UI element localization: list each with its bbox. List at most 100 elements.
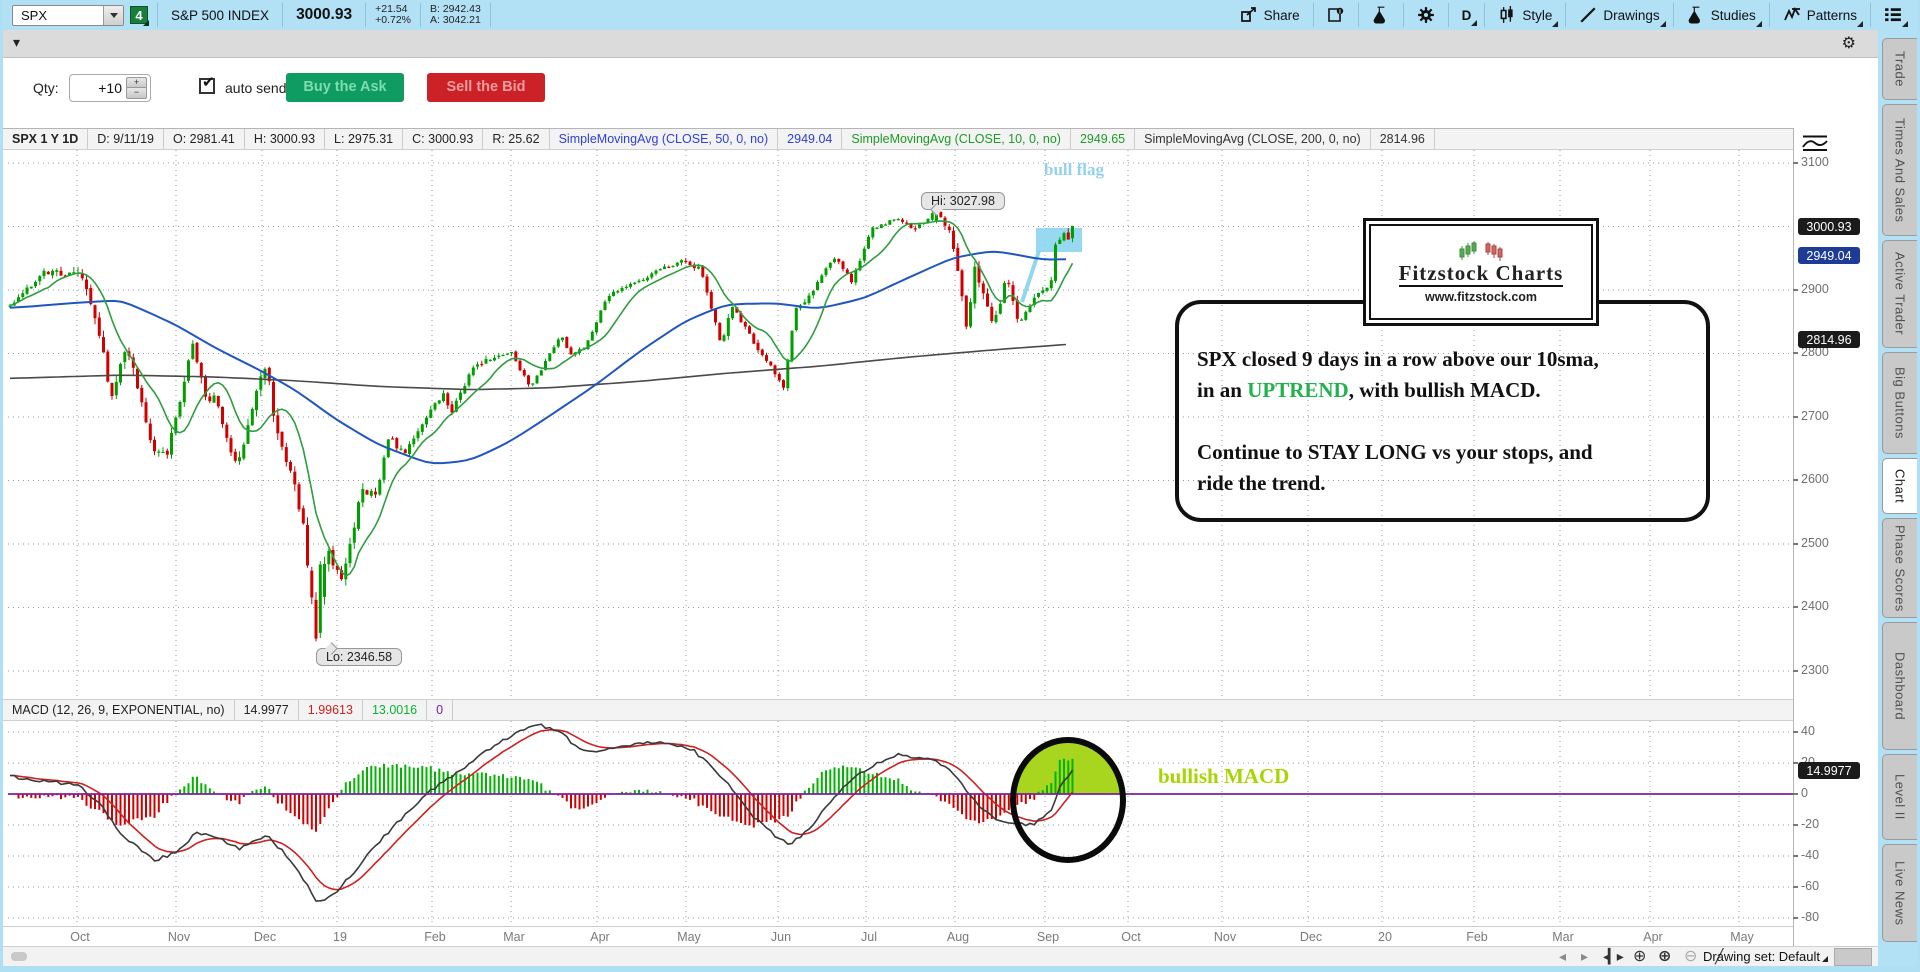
analyst-note-box[interactable]: SPX closed 9 days in a row above our 10s…: [1175, 300, 1710, 522]
pan-right-icon[interactable]: ▸: [1581, 948, 1588, 965]
axis-tick-label: 2300: [1801, 663, 1829, 677]
style-button[interactable]: Style: [1494, 6, 1556, 24]
candle-style-icon: [1498, 6, 1516, 24]
axis-tick-label: -80: [1801, 910, 1819, 924]
axis-tick: [1793, 606, 1798, 608]
drawings-button[interactable]: Drawings: [1575, 6, 1663, 24]
symbol-combo[interactable]: SPX: [12, 5, 124, 26]
sma10-value: 2949.65: [1071, 129, 1135, 149]
sidebar-tab-big-buttons[interactable]: Big Buttons: [1882, 352, 1917, 454]
axis-tick-label: 40: [1801, 724, 1815, 738]
sma10-label[interactable]: SimpleMovingAvg (CLOSE, 10, 0, no): [842, 129, 1071, 149]
macd-header: MACD (12, 26, 9, EXPONENTIAL, no) 14.997…: [3, 699, 1793, 721]
sidebar-tab-active-trader[interactable]: Active Trader: [1882, 240, 1917, 348]
axis-tick: [1793, 352, 1798, 354]
index-name: S&P 500 INDEX: [167, 8, 273, 23]
qty-value: +10: [98, 80, 122, 96]
corner-fold-icon: [1857, 21, 1863, 27]
date-cell: D: 9/11/19: [88, 129, 164, 149]
qty-decrement-button[interactable]: −: [126, 87, 147, 99]
bull-flag-annotation[interactable]: bull flag: [1044, 160, 1104, 180]
axis-tick-label: -60: [1801, 879, 1819, 893]
corner-fold-icon: [143, 20, 149, 26]
macd-study-label[interactable]: MACD (12, 26, 9, EXPONENTIAL, no): [3, 700, 235, 720]
zoom-out-icon[interactable]: ⊖: [1684, 946, 1697, 966]
axis-tick: [1793, 886, 1798, 888]
notes-button[interactable]: i: [1323, 6, 1349, 24]
sma50-label[interactable]: SimpleMovingAvg (CLOSE, 50, 0, no): [550, 129, 779, 149]
linked-group-badge[interactable]: 4: [130, 6, 148, 24]
axis-tick-label: -20: [1801, 817, 1819, 831]
tests-button[interactable]: [1368, 6, 1394, 24]
sidebar-tab-trade[interactable]: Trade: [1882, 38, 1917, 100]
studies-button[interactable]: Studies: [1683, 6, 1760, 24]
axis-tick: [1793, 917, 1798, 919]
fitzstock-logo-box: Fitzstock Charts www.fitzstock.com: [1363, 218, 1599, 326]
top-toolbar: SPX 4 S&P 500 INDEX 3000.93 +21.54 +0.72…: [0, 0, 1920, 30]
settings-button[interactable]: [1413, 6, 1439, 24]
chart-symbol-range: SPX 1 Y 1D: [3, 129, 88, 149]
crosshair-icon[interactable]: ⊕: [1633, 946, 1646, 966]
price-axis-badge: 2949.04: [1798, 247, 1860, 264]
axis-tick-label: -40: [1801, 848, 1819, 862]
corner-fold-icon: [1552, 21, 1558, 27]
chevron-down-icon[interactable]: ▾: [13, 34, 20, 51]
checkmark-icon: ✔: [202, 73, 215, 91]
axis-tick: [1793, 855, 1798, 857]
timeframe-button[interactable]: D: [1458, 8, 1476, 23]
w-pattern-icon: [1783, 6, 1801, 24]
sidebar-tab-live-news[interactable]: Live News: [1882, 844, 1917, 942]
sell-the-bid-button[interactable]: Sell the Bid: [427, 73, 545, 102]
sidebar-tab-dashboard[interactable]: Dashboard: [1882, 622, 1917, 750]
share-button[interactable]: Share: [1236, 6, 1304, 24]
qty-label: Qty:: [33, 80, 59, 96]
note-line-4: ride the trend.: [1197, 468, 1706, 499]
time-axis-label: Aug: [936, 930, 980, 944]
sidebar-tab-phase-scores[interactable]: Phase Scores: [1882, 518, 1917, 618]
pan-left-icon[interactable]: ◂: [1559, 948, 1566, 965]
patterns-button[interactable]: Patterns: [1779, 6, 1861, 24]
drawing-set-selector[interactable]: Drawing set: Default: [1703, 949, 1820, 964]
window-border-bottom: [0, 966, 1920, 972]
change-block: +21.54 +0.72%: [375, 4, 411, 26]
time-axis-label: 19: [318, 930, 362, 944]
time-axis-row[interactable]: OctNovDec19FebMarAprMayJunJulAugSepOctNo…: [3, 926, 1793, 946]
macd-diff-value: 13.0016: [363, 700, 427, 720]
auto-scale-icon[interactable]: [1800, 134, 1830, 152]
corner-fold-icon: [1902, 21, 1908, 27]
macd-value: 14.9977: [235, 700, 299, 720]
time-axis-label: Mar: [492, 930, 536, 944]
macd-chart-canvas[interactable]: [8, 721, 1793, 925]
sma200-label[interactable]: SimpleMovingAvg (CLOSE, 200, 0, no): [1135, 129, 1371, 149]
bullish-macd-annotation[interactable]: bullish MACD: [1158, 764, 1289, 789]
auto-send-checkbox[interactable]: ✔: [199, 78, 215, 94]
menu-button[interactable]: [1880, 6, 1906, 24]
scroll-nub[interactable]: [11, 952, 27, 961]
sma200-value: 2814.96: [1371, 129, 1435, 149]
buy-the-ask-button[interactable]: Buy the Ask: [286, 73, 404, 102]
qty-input[interactable]: +10 + −: [69, 74, 151, 102]
time-axis-label: Oct: [58, 930, 102, 944]
expand-horizontal-icon[interactable]: ◂▎▸: [1603, 948, 1622, 965]
close-cell: C: 3000.93: [403, 129, 483, 149]
sidebar-tab-times-and-sales[interactable]: Times And Sales: [1882, 104, 1917, 236]
ask-value: A: 3042.21: [430, 15, 481, 26]
open-cell: O: 2981.41: [164, 129, 245, 149]
gear-icon: [1417, 6, 1435, 24]
gear-icon[interactable]: ⚙: [1842, 33, 1856, 53]
corner-fold-icon: [1660, 21, 1666, 27]
sidebar-tab-level-ii[interactable]: Level II: [1882, 754, 1917, 840]
time-axis-label: Sep: [1026, 930, 1070, 944]
low-cell: L: 2975.31: [325, 129, 403, 149]
time-axis-label: Feb: [413, 930, 457, 944]
high-cell: H: 3000.93: [245, 129, 325, 149]
time-axis-label: Apr: [578, 930, 622, 944]
change-percent: +0.72%: [375, 15, 411, 26]
axis-tick: [1793, 289, 1798, 291]
zoom-in-icon[interactable]: ⊕: [1658, 946, 1671, 966]
sma50-value: 2949.04: [778, 129, 842, 149]
symbol-dropdown-button[interactable]: [103, 6, 123, 25]
time-axis-label: Mar: [1541, 930, 1585, 944]
sidebar-tab-chart[interactable]: Chart: [1882, 458, 1917, 514]
corner-fold-icon: [1756, 21, 1762, 27]
